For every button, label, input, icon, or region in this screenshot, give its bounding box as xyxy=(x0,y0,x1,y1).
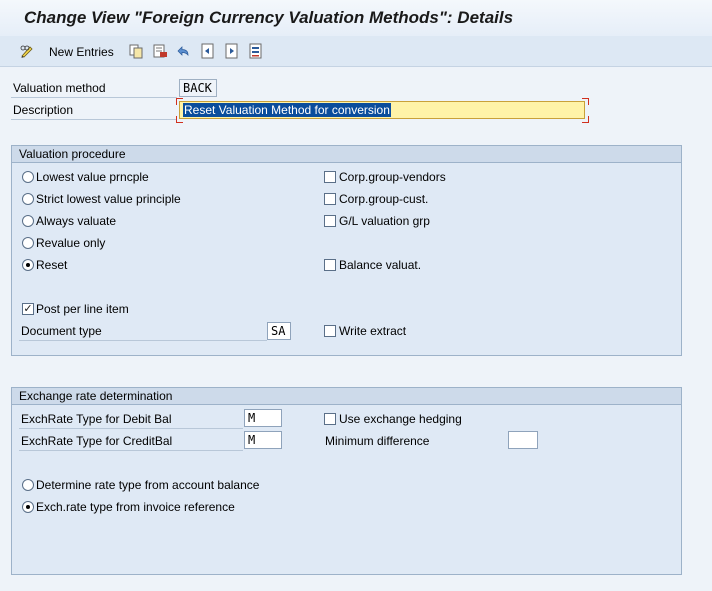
group-header: Valuation procedure xyxy=(12,146,681,163)
minimum-difference-input[interactable] xyxy=(508,431,538,449)
radio-always-valuate[interactable] xyxy=(22,215,34,227)
radio-label: Exch.rate type from invoice reference xyxy=(36,500,235,514)
checkbox-label: Corp.group-vendors xyxy=(339,170,446,184)
checkbox-corp-group-vendors[interactable] xyxy=(324,171,336,183)
page-title: Change View "Foreign Currency Valuation … xyxy=(24,8,514,27)
radio-label: Revalue only xyxy=(36,236,106,250)
copy-icon[interactable] xyxy=(128,43,144,59)
radio-label: Strict lowest value principle xyxy=(36,192,181,206)
divider xyxy=(11,119,177,120)
radio-label: Determine rate type from account balance xyxy=(36,478,260,492)
debit-rate-type-input[interactable]: M xyxy=(244,409,282,427)
valuation-procedure-group: Valuation procedure Lowest value prncple… xyxy=(11,145,682,356)
radio-label: Lowest value prncple xyxy=(36,170,149,184)
document-type-input[interactable]: SA xyxy=(267,322,291,340)
description-selected-text: Reset Valuation Method for conversion xyxy=(183,103,391,117)
previous-entry-icon[interactable] xyxy=(200,43,216,59)
undo-icon[interactable] xyxy=(175,43,191,59)
title-bar: Change View "Foreign Currency Valuation … xyxy=(0,0,712,36)
radio-strict-lowest-value[interactable] xyxy=(22,193,34,205)
select-all-icon[interactable] xyxy=(248,43,264,59)
checkbox-label: Post per line item xyxy=(36,302,129,316)
checkbox-label: Use exchange hedging xyxy=(339,412,462,426)
checkbox-corp-group-cust[interactable] xyxy=(324,193,336,205)
focus-corner xyxy=(176,116,183,123)
checkbox-label: Corp.group-cust. xyxy=(339,192,429,206)
credit-rate-type-label: ExchRate Type for CreditBal xyxy=(21,434,173,448)
checkbox-balance-valuat[interactable] xyxy=(324,259,336,271)
minimum-difference-label: Minimum difference xyxy=(325,434,430,448)
radio-rate-type-from-balance[interactable] xyxy=(22,479,34,491)
focus-corner xyxy=(176,98,183,105)
radio-label: Always valuate xyxy=(36,214,117,228)
divider xyxy=(19,450,243,451)
checkbox-label: Balance valuat. xyxy=(339,258,422,272)
debit-rate-type-label: ExchRate Type for Debit Bal xyxy=(21,412,172,426)
focus-corner xyxy=(582,116,589,123)
group-header: Exchange rate determination xyxy=(12,388,681,405)
divider xyxy=(19,428,243,429)
document-type-label: Document type xyxy=(21,324,102,338)
new-entries-button[interactable]: New Entries xyxy=(49,45,114,59)
valuation-method-label: Valuation method xyxy=(13,81,106,95)
checkbox-write-extract[interactable] xyxy=(324,325,336,337)
divider xyxy=(11,97,177,98)
next-entry-icon[interactable] xyxy=(224,43,240,59)
radio-rate-type-from-invoice[interactable] xyxy=(22,501,34,513)
description-label: Description xyxy=(13,103,74,117)
description-input[interactable]: Reset Valuation Method for conversion xyxy=(179,101,585,119)
radio-lowest-value[interactable] xyxy=(22,171,34,183)
credit-rate-type-input[interactable]: M xyxy=(244,431,282,449)
content-area: Valuation method BACK Description Reset … xyxy=(0,67,712,591)
radio-label: Reset xyxy=(36,258,68,272)
checkbox-post-per-line-item[interactable]: ✓ xyxy=(22,303,34,315)
divider xyxy=(19,340,267,341)
application-toolbar: New Entries xyxy=(0,36,712,67)
checkbox-label: G/L valuation grp xyxy=(339,214,430,228)
exchange-rate-group: Exchange rate determination ExchRate Typ… xyxy=(11,387,682,575)
delete-icon[interactable] xyxy=(152,43,168,59)
focus-corner xyxy=(582,98,589,105)
radio-reset[interactable] xyxy=(22,259,34,271)
radio-revalue-only[interactable] xyxy=(22,237,34,249)
valuation-method-field: BACK xyxy=(179,79,217,97)
checkbox-label: Write extract xyxy=(339,324,407,338)
pencil-glasses-icon[interactable] xyxy=(19,43,35,59)
group-title: Valuation procedure xyxy=(19,147,126,161)
checkbox-gl-valuation-grp[interactable] xyxy=(324,215,336,227)
group-title: Exchange rate determination xyxy=(19,389,173,403)
checkbox-use-exchange-hedging[interactable] xyxy=(324,413,336,425)
